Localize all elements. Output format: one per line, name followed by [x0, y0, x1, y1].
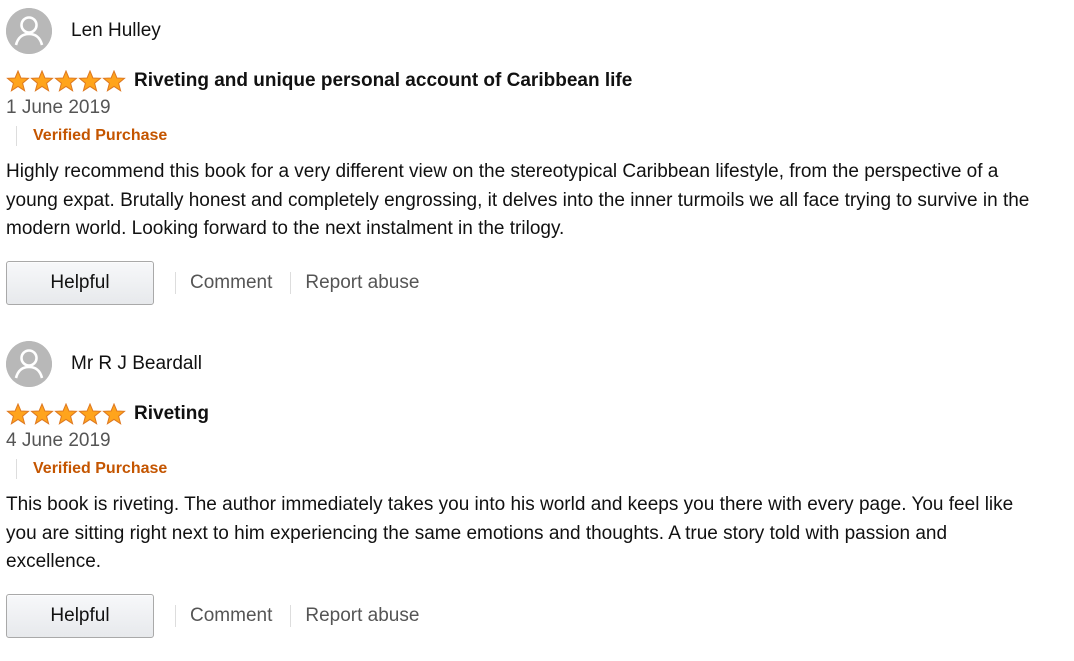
star-icon — [102, 403, 126, 425]
report-abuse-link[interactable]: Report abuse — [305, 605, 419, 627]
star-icon — [6, 70, 30, 92]
verified-purchase-badge: Verified Purchase — [33, 127, 168, 144]
comment-link[interactable]: Comment — [190, 272, 272, 294]
reviewer-profile[interactable]: Len Hulley — [6, 8, 1036, 54]
star-rating[interactable] — [6, 403, 126, 425]
helpful-button[interactable]: Helpful — [6, 260, 154, 305]
review-card: Mr R J Beardall Riveting 4 June 2019 Ver… — [6, 341, 1036, 639]
reviewer-name[interactable]: Mr R J Beardall — [71, 353, 202, 375]
star-icon — [30, 403, 54, 425]
review-text: This book is riveting. The author immedi… — [6, 494, 1014, 572]
divider — [16, 126, 17, 146]
star-icon — [54, 403, 78, 425]
star-icon — [54, 70, 78, 92]
review-title[interactable]: Riveting and unique personal account of … — [134, 70, 632, 92]
divider — [290, 604, 292, 627]
comment-link[interactable]: Comment — [190, 605, 272, 627]
star-icon — [6, 403, 30, 425]
report-abuse-link[interactable]: Report abuse — [305, 272, 419, 294]
divider — [175, 271, 176, 294]
reviewer-name[interactable]: Len Hulley — [71, 20, 161, 42]
review-date: 1 June 2019 — [6, 97, 111, 118]
reviewer-profile[interactable]: Mr R J Beardall — [6, 341, 1036, 387]
review-text: Highly recommend this book for a very di… — [6, 161, 1030, 239]
review-title[interactable]: Riveting — [134, 403, 209, 425]
review-date: 4 June 2019 — [6, 430, 111, 451]
review-card: Len Hulley Riveting and unique personal … — [6, 8, 1036, 306]
star-icon — [30, 70, 54, 92]
divider — [16, 459, 17, 479]
divider — [290, 271, 292, 294]
helpful-button[interactable]: Helpful — [6, 593, 154, 638]
star-icon — [102, 70, 126, 92]
star-rating[interactable] — [6, 70, 126, 92]
default-avatar-icon — [6, 8, 52, 54]
default-avatar-icon — [6, 341, 52, 387]
verified-purchase-badge: Verified Purchase — [33, 460, 168, 477]
star-icon — [78, 403, 102, 425]
divider — [175, 604, 176, 627]
star-icon — [78, 70, 102, 92]
